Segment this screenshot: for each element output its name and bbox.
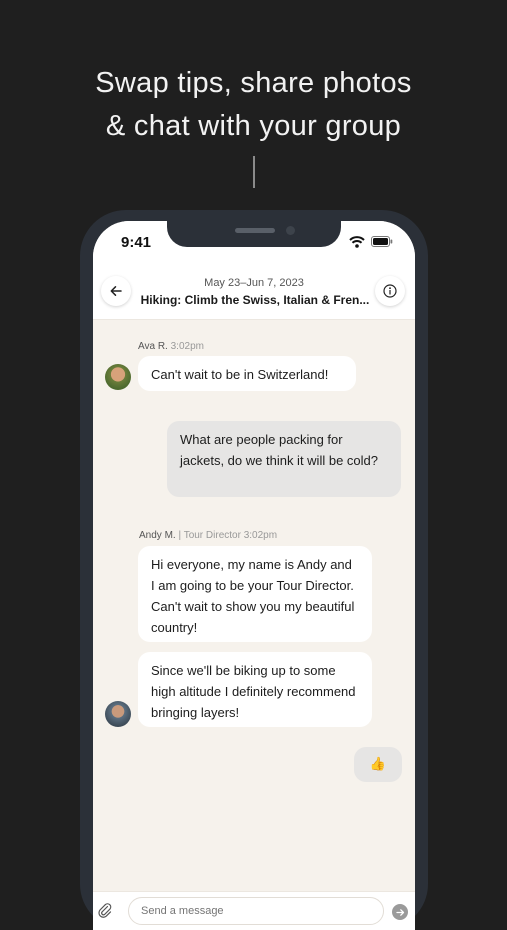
- info-icon: [383, 284, 397, 298]
- thumbs-up-emoji: 👍: [369, 756, 387, 771]
- phone-screen: 9:41 May 23–Jun 7, 2023 Hiking: Climb th…: [93, 221, 415, 930]
- message-composer: [93, 891, 415, 930]
- send-button[interactable]: [392, 904, 408, 920]
- message-bubble[interactable]: Since we'll be biking up to some high al…: [138, 652, 372, 727]
- avatar[interactable]: [105, 364, 131, 390]
- message-meta: Andy M. | Tour Director 3:02pm: [139, 530, 278, 541]
- battery-icon: [371, 236, 393, 247]
- message-time: 3:02pm: [170, 341, 204, 352]
- sender-name: Andy M.: [139, 530, 176, 541]
- trip-title[interactable]: Hiking: Climb the Swiss, Italian & Fren.…: [139, 293, 371, 307]
- avatar[interactable]: [105, 701, 131, 727]
- chat-header: May 23–Jun 7, 2023 Hiking: Climb the Swi…: [93, 267, 415, 320]
- message-meta: Ava R. 3:02pm: [138, 341, 204, 352]
- speaker: [235, 228, 275, 233]
- phone-frame: 9:41 May 23–Jun 7, 2023 Hiking: Climb th…: [80, 210, 428, 930]
- headline-line-1: Swap tips, share photos: [95, 67, 412, 99]
- message-bubble[interactable]: Can't wait to be in Switzerland!: [138, 356, 356, 391]
- status-time: 9:41: [121, 234, 152, 251]
- marketing-headline: Swap tips, share photos & chat with your…: [0, 62, 507, 148]
- headline-line-2: & chat with your group: [105, 110, 402, 142]
- message-time: 3:02pm: [243, 530, 278, 541]
- sender-role: Tour Director: [183, 530, 241, 541]
- message-input[interactable]: [128, 897, 384, 925]
- message-bubble-mine[interactable]: 👍: [354, 747, 402, 782]
- phone-notch: [167, 221, 341, 247]
- wifi-icon: [349, 236, 365, 248]
- send-icon: [395, 908, 404, 916]
- divider-line: [253, 156, 255, 188]
- message-bubble[interactable]: Hi everyone, my name is Andy and I am go…: [138, 546, 372, 642]
- sender-name: Ava R.: [138, 341, 168, 352]
- paperclip-icon[interactable]: [97, 902, 113, 918]
- message-bubble-mine[interactable]: What are people packing for jackets, do …: [167, 421, 401, 497]
- info-button[interactable]: [375, 276, 405, 306]
- camera: [286, 226, 295, 235]
- trip-dates: May 23–Jun 7, 2023: [204, 277, 304, 289]
